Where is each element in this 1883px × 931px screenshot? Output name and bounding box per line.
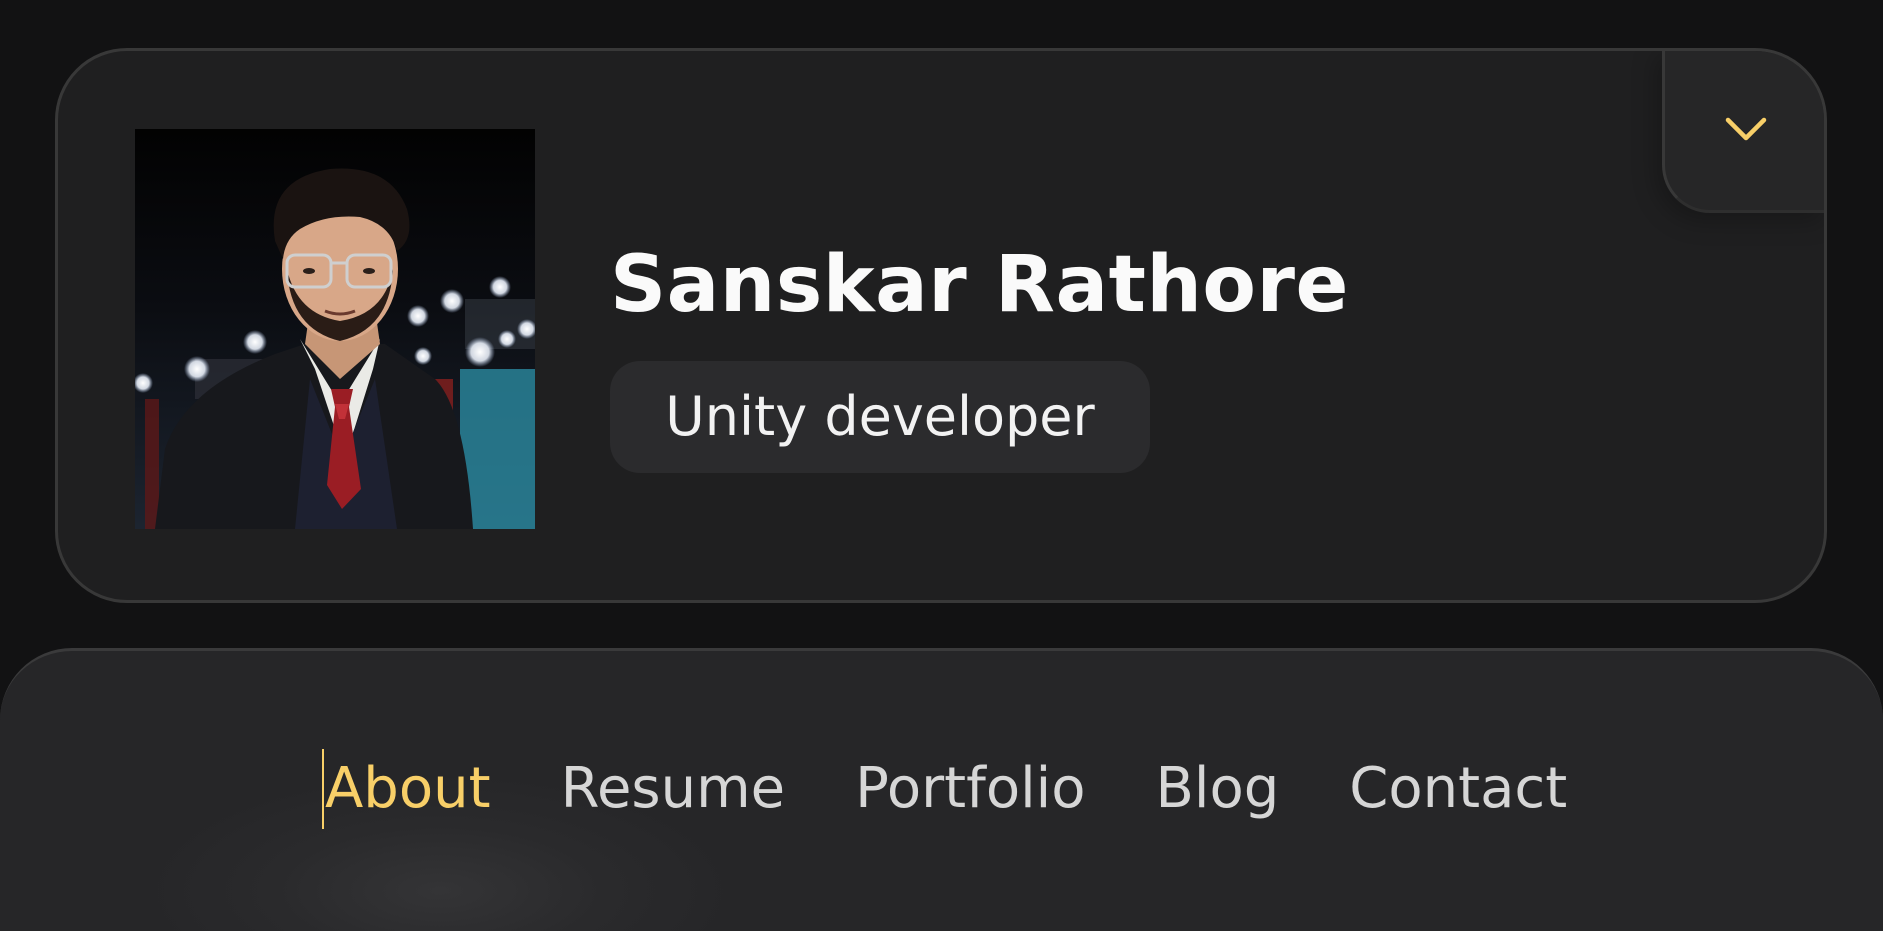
profile-card: Sanskar Rathore Unity developer xyxy=(55,48,1827,603)
nav-link-contact[interactable]: Contact xyxy=(1349,761,1567,817)
nav-link-blog[interactable]: Blog xyxy=(1155,761,1279,817)
profile-name: Sanskar Rathore xyxy=(610,240,1349,330)
nav-list: About Resume Portfolio Blog Contact xyxy=(322,749,1567,829)
chevron-down-icon xyxy=(1725,117,1767,141)
navbar: About Resume Portfolio Blog Contact xyxy=(0,648,1883,931)
role-badge: Unity developer xyxy=(610,361,1150,473)
nav-link-resume[interactable]: Resume xyxy=(561,761,786,817)
nav-link-portfolio[interactable]: Portfolio xyxy=(855,761,1085,817)
show-contacts-toggle[interactable] xyxy=(1662,51,1824,213)
avatar xyxy=(135,129,535,529)
page: Sanskar Rathore Unity developer About Re… xyxy=(0,0,1883,931)
nav-link-about[interactable]: About xyxy=(322,749,491,829)
avatar-photo xyxy=(135,129,535,529)
